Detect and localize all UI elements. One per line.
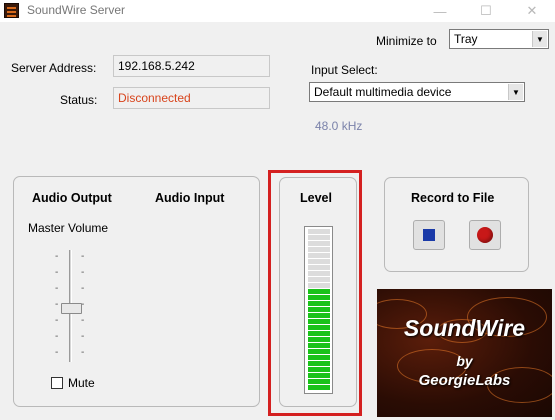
record-heading: Record to File <box>411 191 495 205</box>
server-address-value: 192.168.5.242 <box>118 59 195 73</box>
volume-ticks-left: ------- <box>55 251 59 358</box>
maximize-icon[interactable]: ☐ <box>463 0 509 22</box>
input-select-value: Default multimedia device <box>314 85 452 99</box>
soundwire-logo: SoundWire by GeorgieLabs <box>377 289 552 417</box>
master-volume-label: Master Volume <box>28 221 109 235</box>
logo-title: SoundWire <box>403 315 526 341</box>
logo-author: GeorgieLabs <box>418 372 511 389</box>
status-field: Disconnected <box>113 87 270 109</box>
mute-label: Mute <box>68 376 95 390</box>
audio-input-heading: Audio Input <box>155 191 225 205</box>
minimize-to-select[interactable]: Tray ▼ <box>449 29 549 49</box>
stop-icon <box>423 229 435 241</box>
soundwire-app-icon <box>4 3 19 18</box>
input-select-label: Input Select: <box>311 63 378 77</box>
minimize-to-value: Tray <box>454 32 478 46</box>
status-value: Disconnected <box>118 91 191 105</box>
sample-rate-label: 48.0 kHz <box>315 119 363 133</box>
record-icon <box>477 227 493 243</box>
title-bar: SoundWire Server — ☐ ✕ <box>0 0 555 22</box>
server-address-field: 192.168.5.242 <box>113 55 270 77</box>
minimize-icon[interactable]: — <box>417 0 463 22</box>
chevron-down-icon[interactable]: ▼ <box>508 84 523 100</box>
master-volume-slider[interactable] <box>61 303 82 314</box>
audio-output-heading: Audio Output <box>32 191 112 205</box>
window-title: SoundWire Server <box>27 3 126 17</box>
mute-checkbox[interactable] <box>51 377 63 389</box>
chevron-down-icon[interactable]: ▼ <box>532 31 547 47</box>
input-select-dropdown[interactable]: Default multimedia device ▼ <box>309 82 525 102</box>
close-icon[interactable]: ✕ <box>509 0 555 22</box>
logo-by: by <box>456 353 473 369</box>
minimize-to-label: Minimize to <box>376 34 437 48</box>
server-address-label: Server Address: <box>11 61 97 75</box>
audio-panel <box>13 176 260 407</box>
stop-button[interactable] <box>413 220 445 250</box>
status-label: Status: <box>60 93 98 107</box>
record-button[interactable] <box>469 220 501 250</box>
level-highlight-box <box>268 170 362 416</box>
